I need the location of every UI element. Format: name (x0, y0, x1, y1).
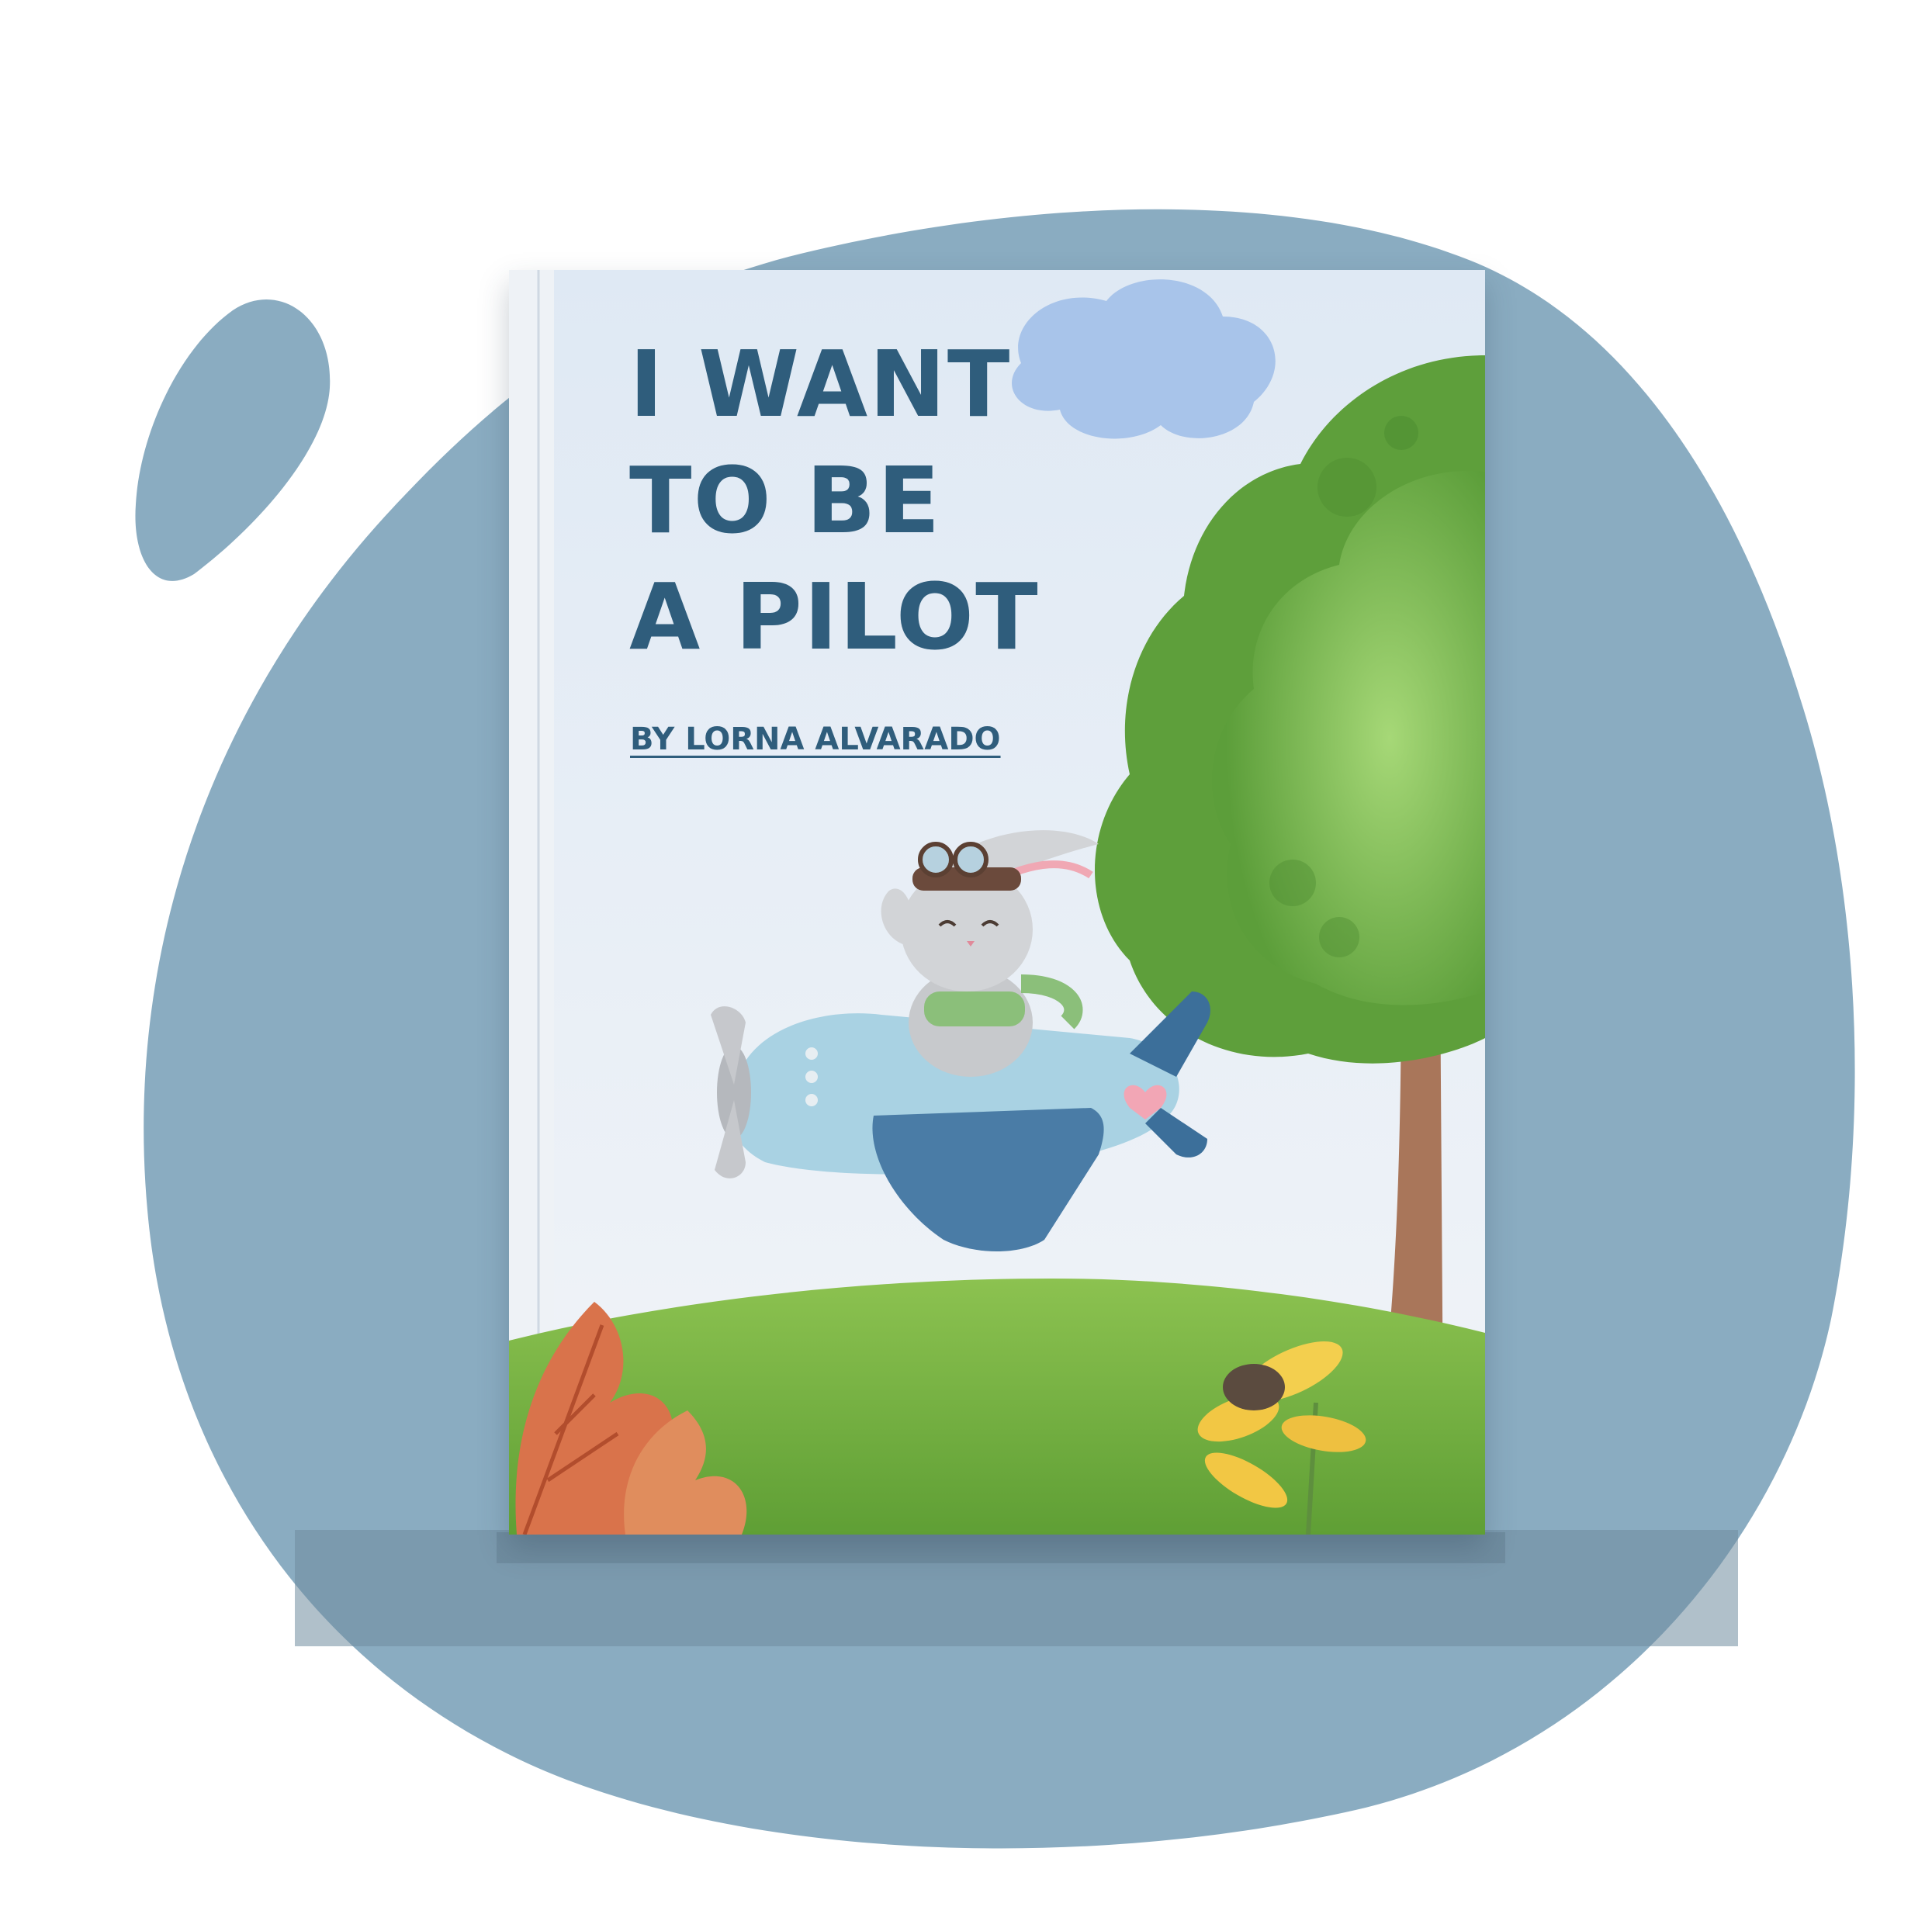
book-author: BY LORNA ALVARADO (630, 722, 1001, 757)
title-line-1: I WANT (629, 330, 1012, 438)
title-line-3: A PILOT (629, 563, 1040, 670)
book-title: I WANT TO BE A PILOT (629, 326, 1064, 675)
book-mockup-scene: I WANT TO BE A PILOT BY LORNA ALVARADO (0, 0, 1932, 1931)
shelf-shadow (497, 1532, 1505, 1563)
book-cover: I WANT TO BE A PILOT BY LORNA ALVARADO (509, 270, 1485, 1535)
title-line-2: TO BE (629, 447, 942, 554)
background-drop (135, 299, 331, 581)
